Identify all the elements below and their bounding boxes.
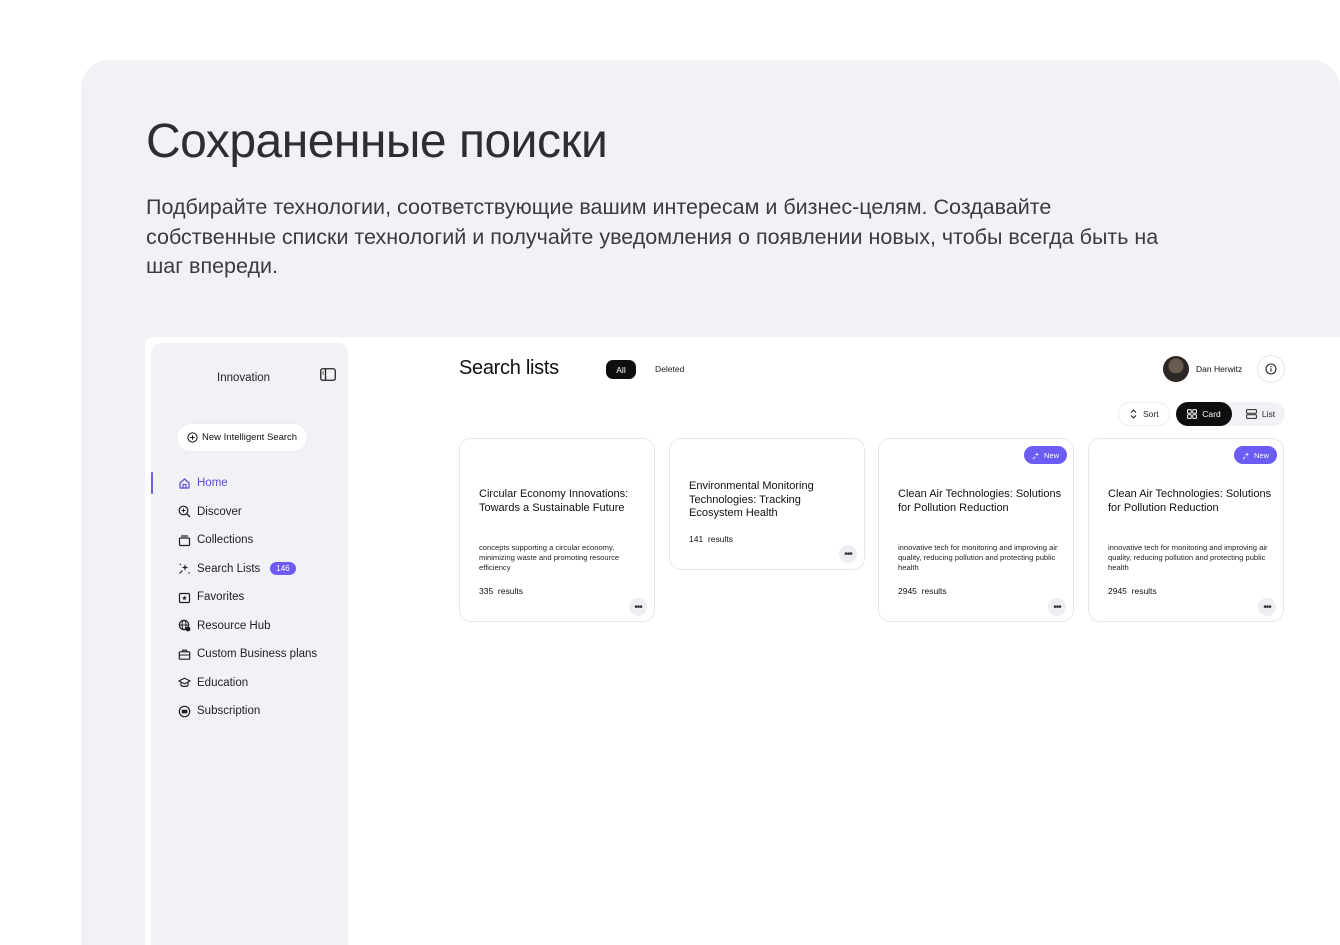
discover-icon bbox=[177, 505, 191, 519]
sidebar-item-label: Home bbox=[197, 477, 228, 490]
more-icon: ••• bbox=[1263, 601, 1271, 613]
card-results-count: 2945 results bbox=[1108, 586, 1157, 596]
sidebar-item-label: Education bbox=[197, 676, 249, 689]
sidebar-item-discover[interactable]: Discover bbox=[151, 498, 348, 527]
search-list-card[interactable]: New Clean Air Technologies: Solutions fo… bbox=[878, 438, 1074, 622]
sidebar-item-label: Discover bbox=[197, 505, 242, 518]
sidebar-item-favorites[interactable]: Favorites bbox=[151, 583, 348, 612]
new-badge-label: New bbox=[1043, 450, 1059, 460]
sidebar-nav: Home Discover Collections Search Lists 1… bbox=[151, 469, 348, 726]
app-window: Innovation New Intelligent Search Home D… bbox=[145, 337, 1340, 945]
list-view-label: List bbox=[1261, 409, 1276, 419]
sidebar: Innovation New Intelligent Search Home D… bbox=[151, 343, 348, 945]
more-options-button[interactable]: ••• bbox=[629, 598, 647, 616]
card-title: Clean Air Technologies: Solutions for Po… bbox=[898, 488, 1062, 514]
new-badge: New bbox=[1233, 446, 1277, 464]
list-icon bbox=[1245, 409, 1257, 419]
more-icon: ••• bbox=[844, 548, 852, 560]
sparkle-icon bbox=[1242, 451, 1250, 459]
page-title: Search lists bbox=[459, 357, 559, 379]
tab-all[interactable]: All bbox=[606, 360, 636, 379]
sort-icon bbox=[1130, 409, 1137, 419]
new-intelligent-search-button[interactable]: New Intelligent Search bbox=[177, 424, 308, 451]
sidebar-item-label: Collections bbox=[197, 534, 254, 547]
sidebar-item-label: Custom Business plans bbox=[197, 648, 318, 661]
card-title: Circular Economy Innovations: Towards a … bbox=[479, 488, 629, 514]
more-icon: ••• bbox=[634, 601, 642, 613]
briefcase-icon bbox=[177, 647, 191, 661]
subscription-icon bbox=[177, 704, 191, 718]
sidebar-item-resource-hub[interactable]: Resource Hub bbox=[151, 612, 348, 641]
sidebar-item-label: Subscription bbox=[197, 705, 261, 718]
sparkle-icon bbox=[177, 562, 191, 576]
sidebar-item-custom-business-plans[interactable]: Custom Business plans bbox=[151, 640, 348, 669]
sidebar-item-label: Search Lists bbox=[197, 562, 261, 575]
sparkle-icon bbox=[1032, 451, 1040, 459]
graduation-cap-icon bbox=[177, 676, 191, 690]
hero-title: Сохраненные поиски bbox=[146, 115, 608, 168]
sidebar-item-home[interactable]: Home bbox=[151, 469, 348, 498]
search-list-card[interactable]: Circular Economy Innovations: Towards a … bbox=[459, 438, 655, 622]
sort-button[interactable]: Sort bbox=[1119, 403, 1169, 425]
search-list-card[interactable]: New Clean Air Technologies: Solutions fo… bbox=[1088, 438, 1284, 622]
hero-description: Подбирайте технологии, соответствующие в… bbox=[146, 195, 1159, 278]
more-options-button[interactable]: ••• bbox=[1048, 598, 1066, 616]
home-icon bbox=[177, 476, 191, 490]
search-list-card[interactable]: Environmental Monitoring Technologies: T… bbox=[669, 438, 865, 570]
card-description: concepts supporting a circular economy, … bbox=[479, 543, 620, 573]
sidebar-toggle-button[interactable] bbox=[319, 365, 337, 383]
info-button[interactable] bbox=[1258, 356, 1284, 382]
search-lists-count-badge: 146 bbox=[270, 562, 296, 576]
sidebar-item-search-lists[interactable]: Search Lists 146 bbox=[151, 555, 348, 584]
list-view-button[interactable]: List bbox=[1238, 402, 1283, 426]
grid-icon bbox=[1187, 409, 1198, 419]
more-options-button[interactable]: ••• bbox=[839, 545, 857, 563]
more-icon: ••• bbox=[1053, 601, 1061, 613]
card-results-count: 141 results bbox=[689, 534, 733, 544]
globe-icon bbox=[177, 619, 191, 633]
sidebar-item-label: Favorites bbox=[197, 591, 245, 604]
new-badge: New bbox=[1023, 446, 1067, 464]
view-toggle: Card List bbox=[1176, 402, 1285, 426]
sort-label: Sort bbox=[1143, 409, 1159, 419]
card-view-button[interactable]: Card bbox=[1176, 402, 1232, 426]
card-description: innovative tech for monitoring and impro… bbox=[1108, 543, 1268, 573]
plus-circle-icon bbox=[187, 432, 198, 443]
more-options-button[interactable]: ••• bbox=[1258, 598, 1276, 616]
card-title: Environmental Monitoring Technologies: T… bbox=[689, 480, 814, 520]
sidebar-item-label: Resource Hub bbox=[197, 619, 271, 632]
sidebar-title: Innovation bbox=[217, 372, 271, 384]
card-results-count: 335 results bbox=[479, 586, 523, 596]
sidebar-item-subscription[interactable]: Subscription bbox=[151, 697, 348, 726]
sidebar-toggle-icon bbox=[320, 367, 336, 381]
collections-icon bbox=[177, 533, 191, 547]
new-badge-label: New bbox=[1253, 450, 1269, 460]
card-results-count: 2945 results bbox=[898, 586, 947, 596]
card-view-label: Card bbox=[1202, 409, 1221, 419]
card-title: Clean Air Technologies: Solutions for Po… bbox=[1108, 488, 1272, 514]
new-search-label: New Intelligent Search bbox=[202, 432, 298, 443]
info-icon bbox=[1265, 363, 1277, 375]
favorites-icon bbox=[177, 590, 191, 604]
user-name: Dan Herwitz bbox=[1196, 364, 1243, 374]
sidebar-item-education[interactable]: Education bbox=[151, 669, 348, 698]
sidebar-item-collections[interactable]: Collections bbox=[151, 526, 348, 555]
avatar bbox=[1163, 356, 1189, 382]
tab-deleted[interactable]: Deleted bbox=[655, 364, 684, 374]
user-menu[interactable]: Dan Herwitz bbox=[1163, 356, 1242, 382]
card-description: innovative tech for monitoring and impro… bbox=[898, 543, 1058, 573]
